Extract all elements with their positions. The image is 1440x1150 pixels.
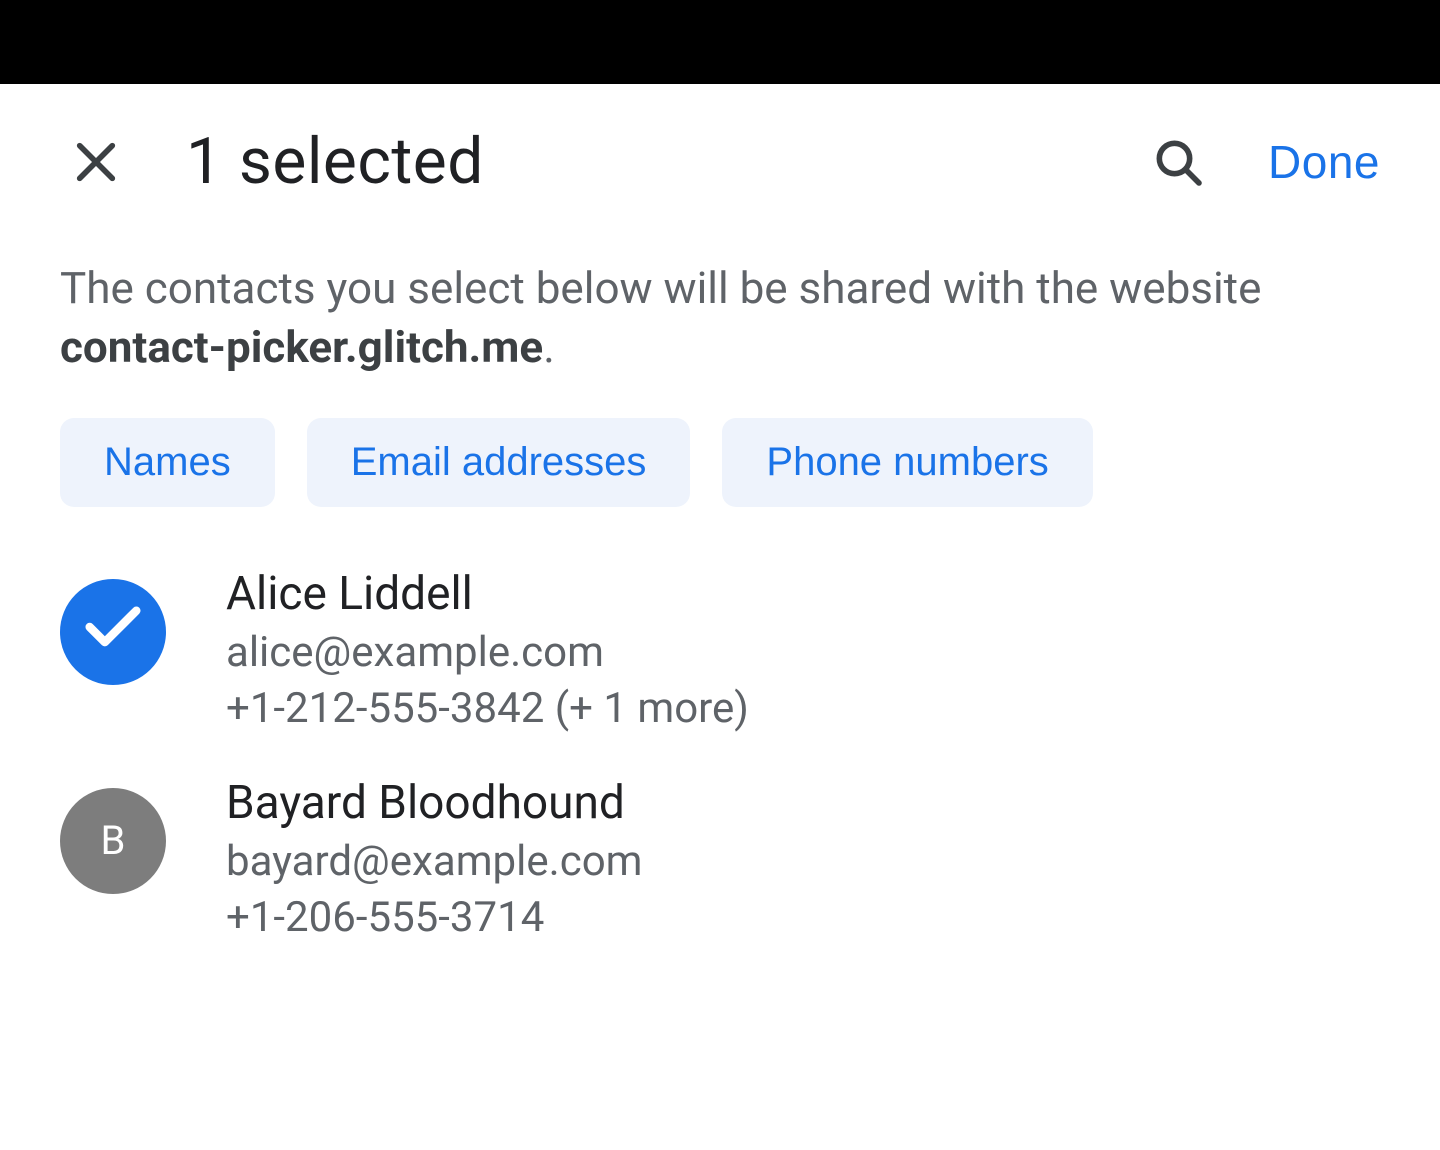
contact-name: Bayard Bloodhound [226, 774, 642, 834]
avatar-initial: B [60, 788, 166, 894]
search-icon [1150, 134, 1206, 190]
contact-email: bayard@example.com [226, 834, 642, 891]
search-button[interactable] [1142, 126, 1214, 198]
contact-info: Alice Liddell alice@example.com +1-212-5… [226, 565, 749, 738]
property-chips: Names Email addresses Phone numbers [0, 418, 1440, 547]
contact-email: alice@example.com [226, 625, 749, 682]
chip-names[interactable]: Names [60, 418, 275, 507]
avatar-selected [60, 579, 166, 685]
check-icon [85, 606, 141, 658]
contact-phone: +1-206-555-3714 [226, 890, 642, 947]
header: 1 selected Done [0, 84, 1440, 229]
contact-phone: +1-212-555-3842 (+ 1 more) [226, 681, 749, 738]
notice-site: contact-picker.glitch.me [60, 321, 543, 373]
contact-row[interactable]: B Bayard Bloodhound bayard@example.com +… [0, 756, 1440, 965]
chip-email[interactable]: Email addresses [307, 418, 691, 507]
contact-name: Alice Liddell [226, 565, 749, 625]
chip-phone[interactable]: Phone numbers [722, 418, 1092, 507]
notice-prefix: The contacts you select below will be sh… [60, 262, 1261, 314]
page-title: 1 selected [186, 124, 1106, 199]
status-bar [0, 0, 1440, 84]
contact-info: Bayard Bloodhound bayard@example.com +1-… [226, 774, 642, 947]
contact-row[interactable]: Alice Liddell alice@example.com +1-212-5… [0, 547, 1440, 756]
share-notice: The contacts you select below will be sh… [0, 229, 1440, 418]
notice-suffix: . [543, 321, 555, 373]
done-button[interactable]: Done [1268, 135, 1380, 189]
close-icon [68, 134, 124, 190]
close-button[interactable] [60, 126, 132, 198]
